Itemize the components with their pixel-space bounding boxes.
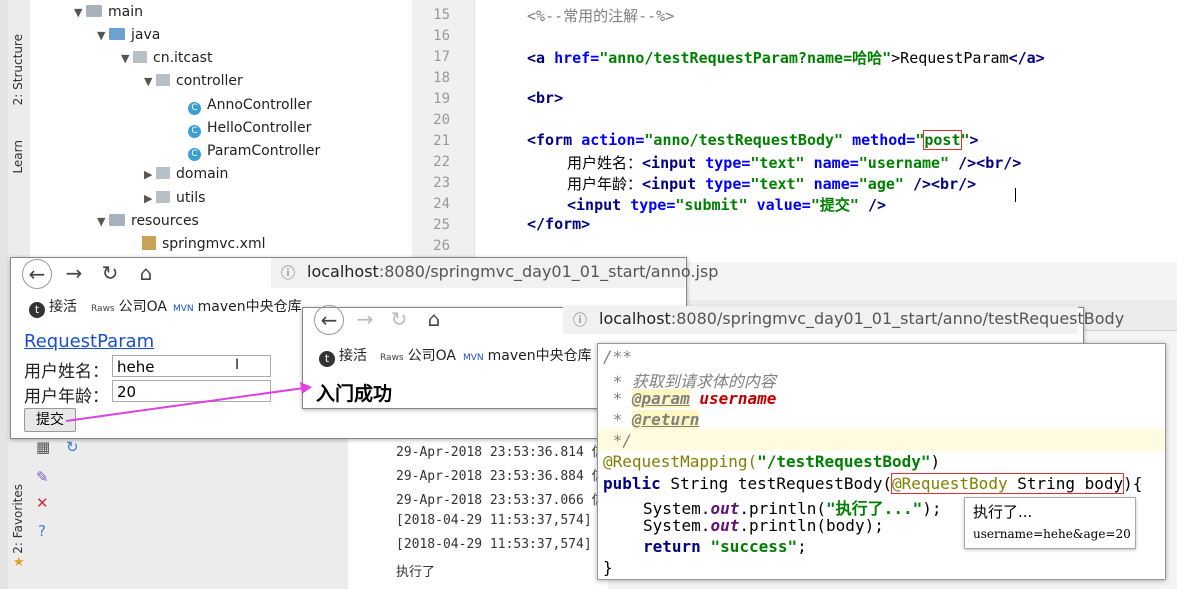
- method-signature-line: public String testRequestBody(@RequestBo…: [603, 473, 1143, 494]
- closing-brace: }: [603, 558, 613, 577]
- javadoc-line: /**: [603, 347, 632, 366]
- console-line-1: 执行了...: [973, 503, 1033, 521]
- request-mapping-line: @RequestMapping("/testRequestBody"): [603, 452, 941, 471]
- javadoc-return-line: * @return: [603, 410, 700, 429]
- request-body-highlight-box: @RequestBody String body: [890, 473, 1125, 494]
- println-body-line: System.out.println(body);: [643, 516, 884, 535]
- return-line: return "success";: [643, 537, 807, 556]
- current-line-highlight: [598, 429, 1165, 451]
- console-line-2: username=hehe&age=20: [973, 527, 1131, 541]
- javadoc-param-line: * @param username: [603, 389, 777, 408]
- console-output-popup: 执行了... username=hehe&age=20: [964, 497, 1136, 549]
- javadoc-line: */: [603, 431, 632, 450]
